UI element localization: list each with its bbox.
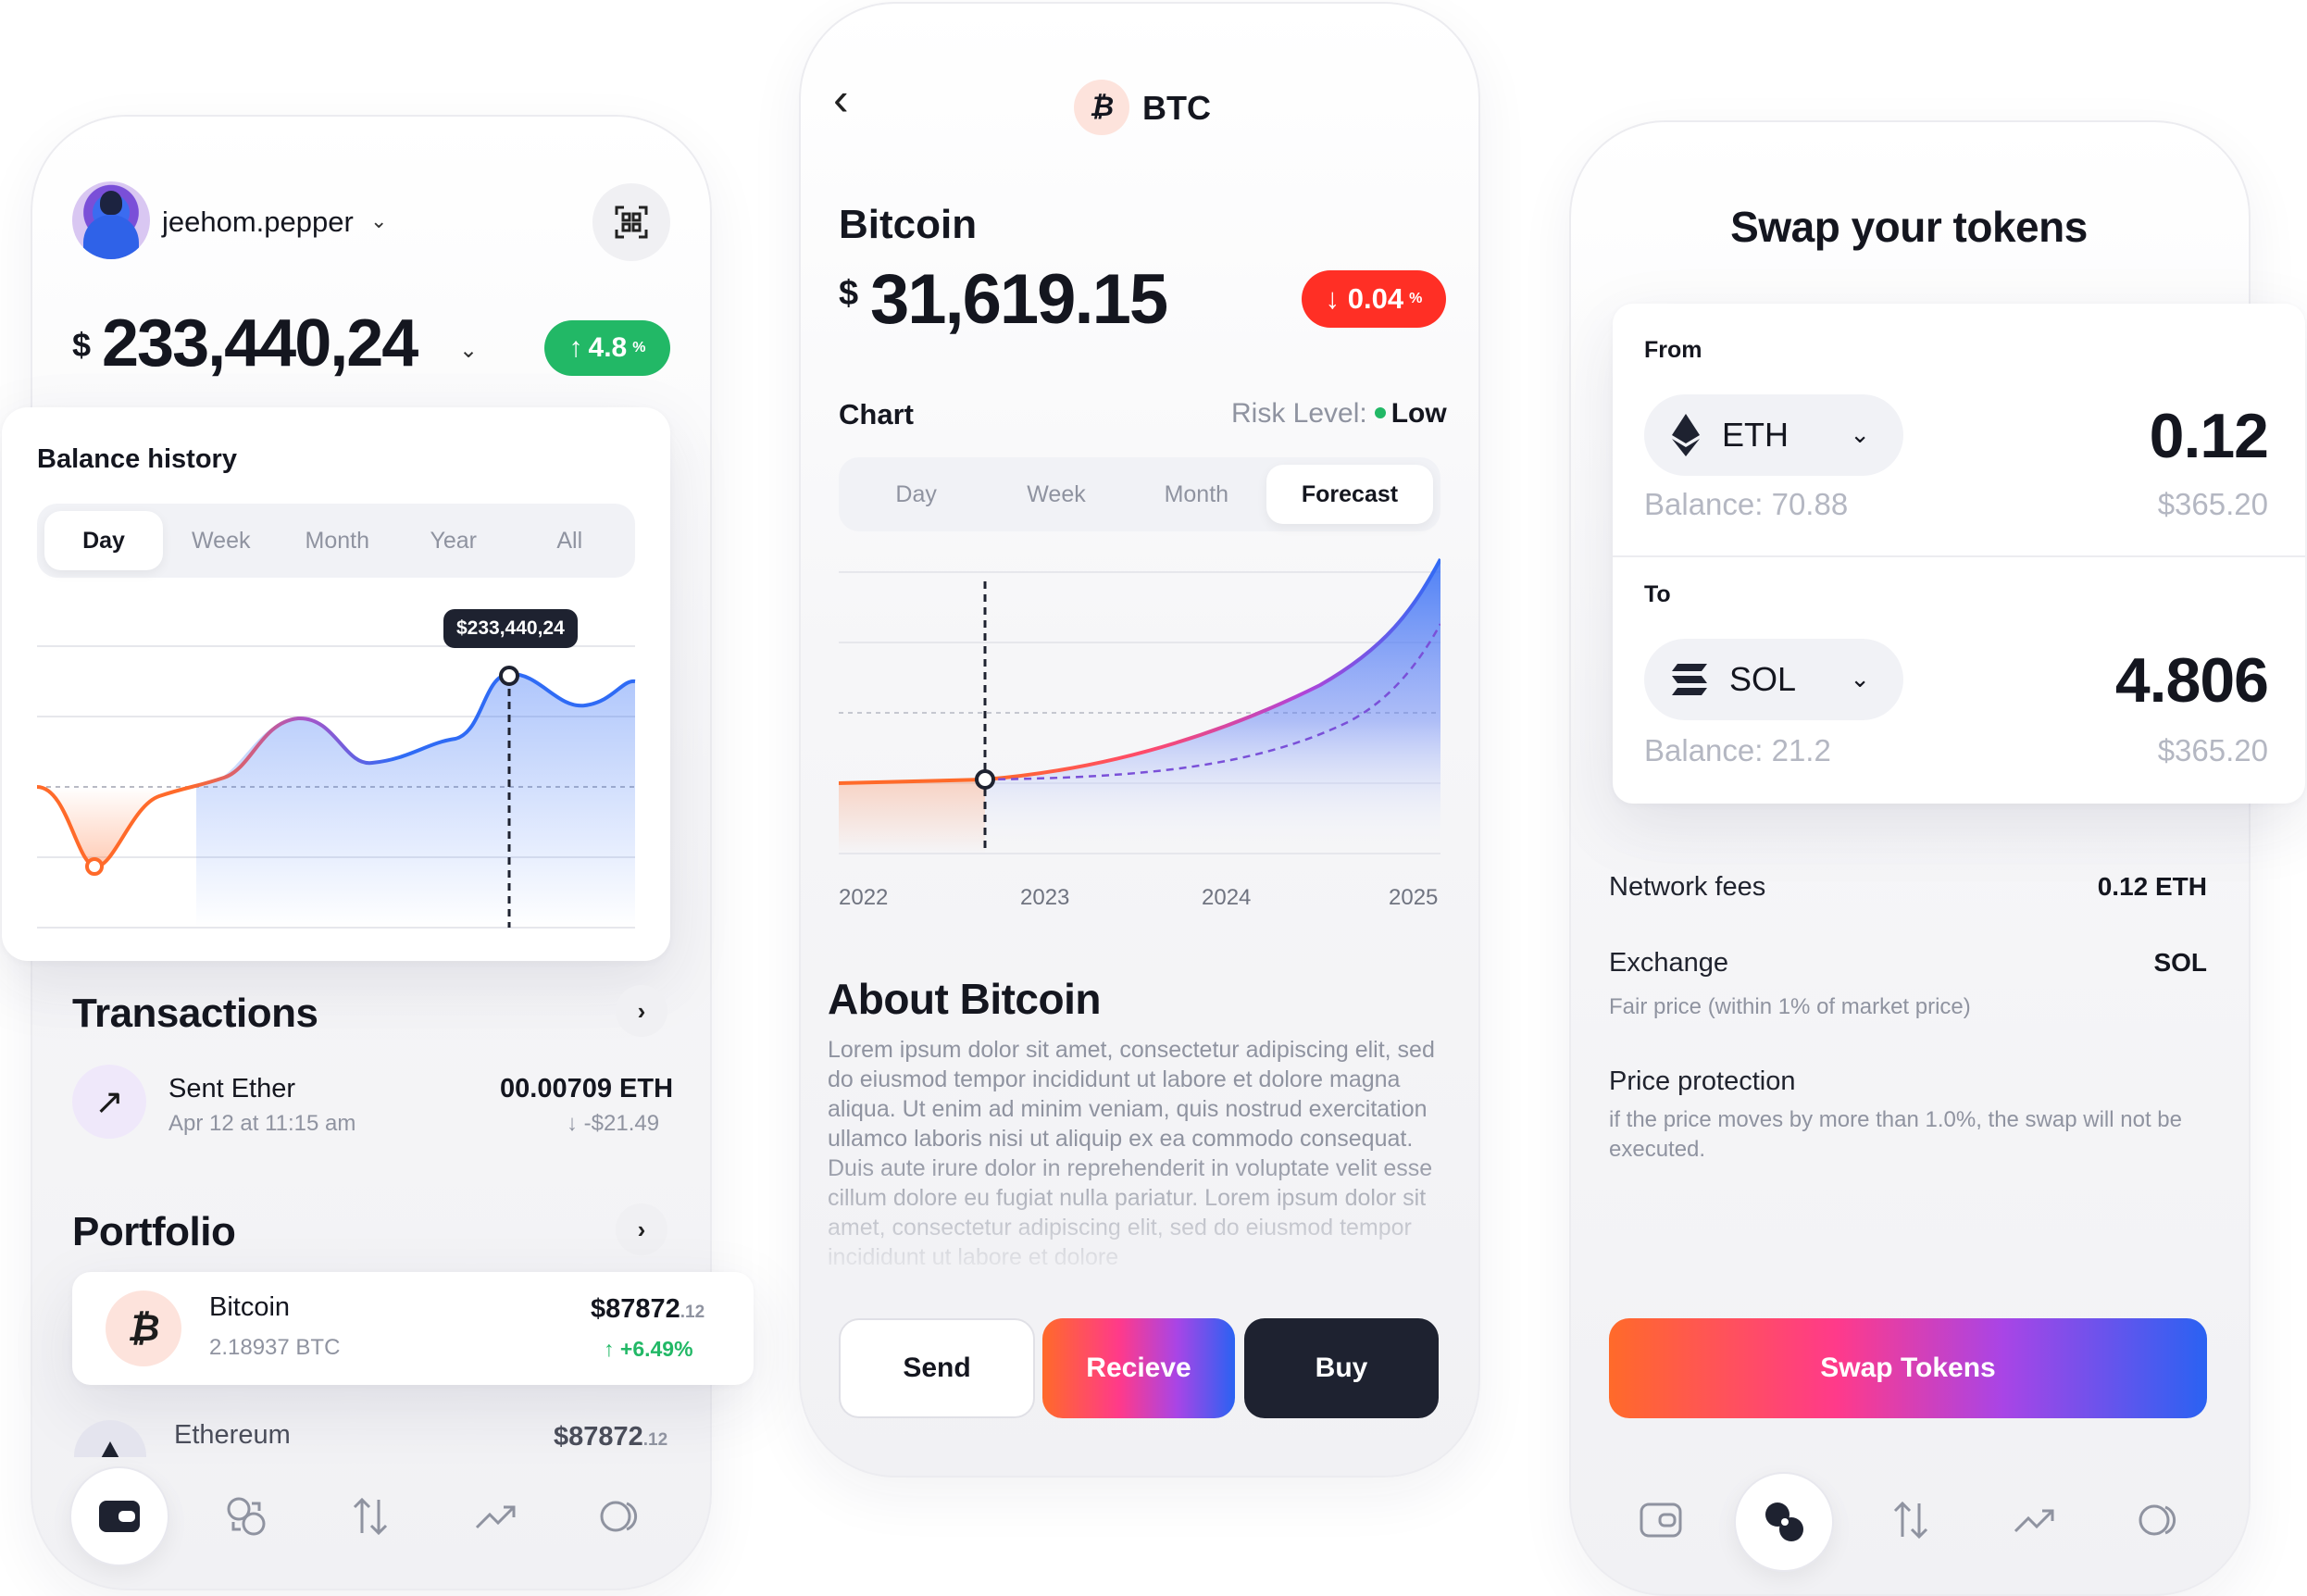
ethereum-icon — [74, 1420, 146, 1457]
coins-icon — [1765, 1502, 1803, 1541]
coin-code: BTC — [1142, 89, 1211, 127]
portfolio-value: $87872.12 — [591, 1294, 705, 1324]
from-fiat: $365.20 — [2157, 487, 2268, 521]
balance-currency: $ — [72, 326, 92, 364]
from-token-select[interactable]: ETH ⌄ — [1644, 394, 1903, 476]
trend-icon[interactable] — [2007, 1492, 2063, 1548]
from-amount[interactable]: 0.12 — [2150, 400, 2269, 472]
transaction-title[interactable]: Sent Ether — [168, 1074, 295, 1104]
to-balance: Balance: 21.2 — [1644, 733, 1831, 767]
chevron-down-icon: ⌄ — [1850, 420, 1870, 448]
to-label: To — [1644, 581, 1671, 607]
transactions-more-button[interactable]: › — [616, 985, 667, 1037]
change-badge: ↑ 4.8% — [544, 320, 670, 376]
forecast-chart: 2022 2023 2024 2025 — [839, 558, 1440, 910]
chevron-down-icon[interactable]: ⌄ — [370, 209, 387, 233]
tab-day[interactable]: Day — [846, 465, 986, 524]
tab-week[interactable]: Week — [986, 465, 1126, 524]
swap-arrows-icon[interactable] — [343, 1489, 398, 1544]
transactions-title: Transactions — [72, 991, 318, 1036]
min-point — [85, 857, 104, 876]
price-protection-label: Price protection — [1609, 1066, 1796, 1096]
price-protection-sub: if the price moves by more than 1.0%, th… — [1609, 1107, 2182, 1162]
balance-amount: 233,440,24 — [102, 306, 418, 380]
tab-forecast[interactable]: Forecast — [1266, 465, 1433, 524]
price-currency: $ — [839, 274, 859, 313]
about-text: Lorem ipsum dolor sit amet, consectetur … — [828, 1037, 1435, 1270]
send-button[interactable]: Send — [839, 1318, 1035, 1418]
nav-wallet[interactable] — [69, 1466, 169, 1566]
chevron-down-icon[interactable]: ⌄ — [459, 337, 478, 364]
chart-range-tabs: Day Week Month Forecast — [839, 457, 1440, 531]
solana-icon — [1672, 664, 1707, 695]
toggle-icon[interactable] — [594, 1489, 650, 1544]
from-label: From — [1644, 337, 1702, 363]
tab-month[interactable]: Month — [1127, 465, 1266, 524]
swap-tokens-button[interactable]: Swap Tokens — [1609, 1318, 2207, 1418]
swap-title: Swap your tokens — [1730, 203, 2088, 251]
trend-icon[interactable] — [468, 1489, 524, 1544]
toggle-icon[interactable] — [2133, 1492, 2189, 1548]
change-badge: ↓ 0.04% — [1302, 270, 1446, 328]
exchange-value: SOL — [2153, 948, 2207, 977]
current-point — [975, 769, 995, 790]
network-fees-value: 0.12 ETH — [2097, 872, 2207, 901]
network-fees-label: Network fees — [1609, 872, 1766, 902]
transaction-fiat: ↓ -$21.49 — [567, 1111, 660, 1136]
balance-history-chart — [36, 645, 636, 929]
transaction-date: Apr 12 at 11:15 am — [168, 1111, 356, 1136]
portfolio-change: ↑ +6.49% — [604, 1337, 693, 1361]
portfolio-name[interactable]: Ethereum — [174, 1420, 291, 1451]
chevron-right-icon: › — [637, 996, 646, 1025]
balance-history-card: Balance history Day Week Month Year All … — [2, 407, 670, 961]
exchange-sub: Fair price (within 1% of market price) — [1609, 994, 1971, 1019]
balance-tooltip: $233,440,24 — [443, 609, 578, 648]
swap-arrows-icon[interactable] — [1883, 1492, 1939, 1548]
chart-label: Chart — [839, 398, 914, 430]
exchange-label: Exchange — [1609, 948, 1728, 978]
wallet-icon[interactable] — [1633, 1492, 1689, 1548]
x-tick-label: 2022 — [839, 885, 888, 910]
to-fiat: $365.20 — [2157, 733, 2268, 767]
x-tick-label: 2024 — [1202, 885, 1251, 910]
username[interactable]: jeehom.pepper — [162, 206, 354, 239]
transaction-amount: 00.00709 ETH — [500, 1074, 674, 1103]
portfolio-qty: 2.18937 BTC — [209, 1335, 341, 1360]
portfolio-name: Bitcoin — [209, 1292, 291, 1322]
wallet-icon — [99, 1501, 140, 1532]
portfolio-more-button[interactable]: › — [616, 1203, 667, 1255]
ethereum-icon — [1672, 414, 1700, 456]
bitcoin-icon: ₿ — [106, 1291, 181, 1366]
chevron-right-icon: › — [637, 1215, 646, 1243]
x-tick-label: 2023 — [1020, 885, 1069, 910]
avatar[interactable] — [72, 181, 150, 259]
nav-coins[interactable] — [1734, 1472, 1834, 1572]
chevron-down-icon: ⌄ — [1850, 665, 1870, 692]
portfolio-item-bitcoin[interactable]: ₿ Bitcoin 2.18937 BTC $87872.12 ↑ +6.49% — [72, 1272, 754, 1385]
to-token-select[interactable]: SOL ⌄ — [1644, 639, 1903, 720]
x-tick-label: 2025 — [1389, 885, 1438, 910]
coin-name: Bitcoin — [839, 202, 978, 247]
qr-scan-icon — [615, 206, 648, 239]
receive-button[interactable]: Recieve — [1042, 1318, 1235, 1418]
qr-scan-button[interactable] — [592, 183, 670, 261]
arrow-up-right-icon: ↗ — [72, 1065, 146, 1139]
risk-level: Risk Level: Low — [1231, 398, 1447, 429]
swap-card: From ETH ⌄ 0.12 Balance: 70.88 $365.20 T… — [1613, 304, 2305, 804]
from-balance: Balance: 70.88 — [1644, 487, 1849, 521]
portfolio-title: Portfolio — [72, 1209, 236, 1254]
back-chevron-icon[interactable]: ‹ — [833, 72, 849, 126]
arrow-up-icon: ↑ — [568, 332, 583, 363]
about-title: About Bitcoin — [828, 975, 1102, 1023]
to-amount[interactable]: 4.806 — [2115, 644, 2269, 717]
buy-button[interactable]: Buy — [1244, 1318, 1439, 1418]
coins-icon[interactable] — [218, 1489, 274, 1544]
current-point — [499, 666, 519, 686]
bitcoin-icon: ₿ — [1074, 80, 1129, 135]
coin-price: 31,619.15 — [870, 260, 1168, 339]
portfolio-value: $87872.12 — [554, 1422, 668, 1452]
